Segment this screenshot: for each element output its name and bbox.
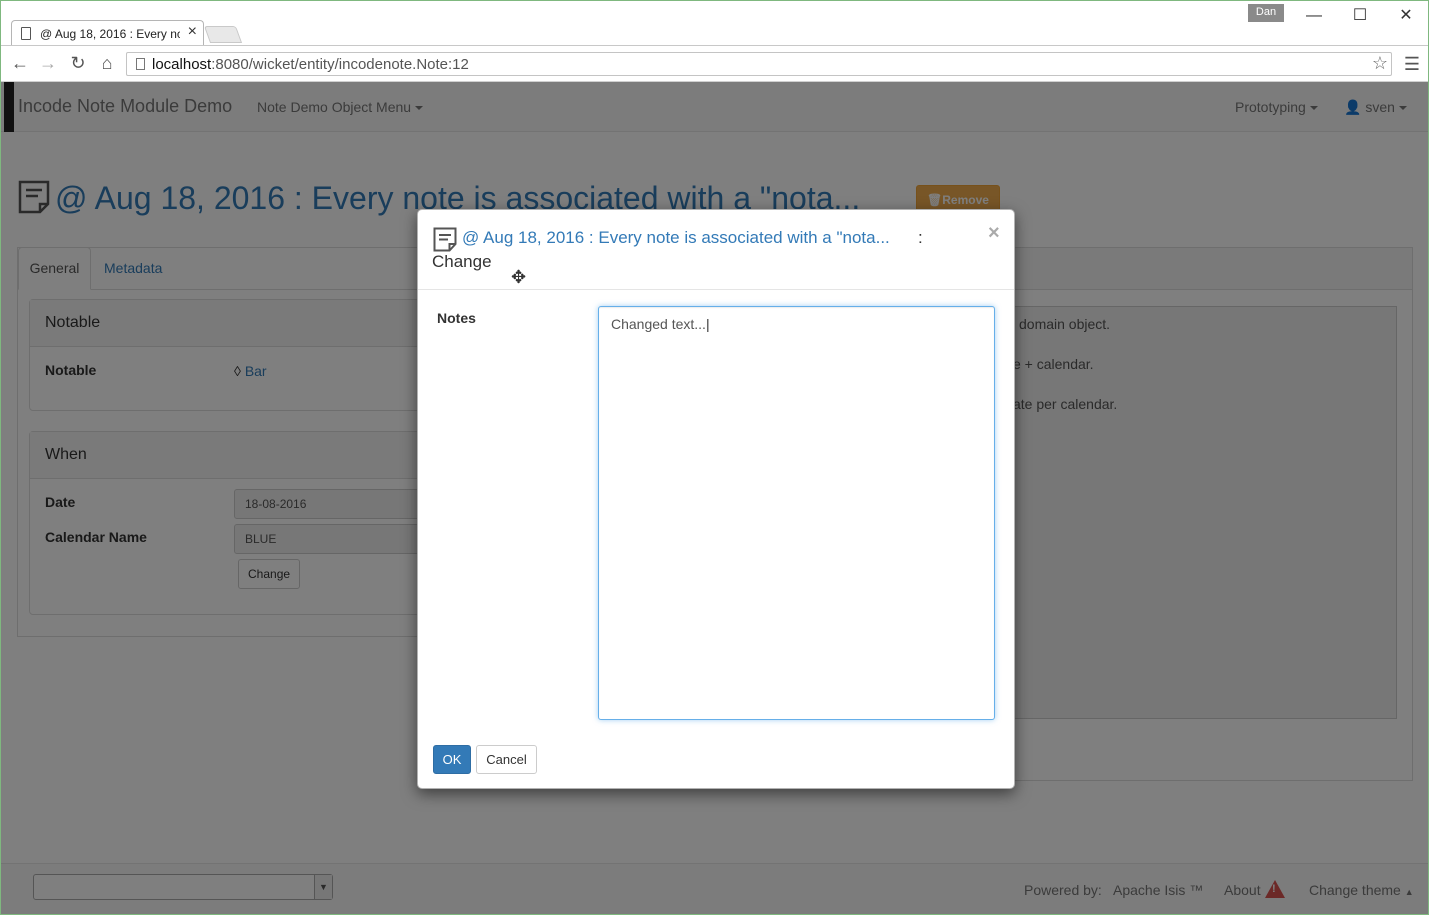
browser-window: @ Aug 18, 2016 : Every nc × Dan — ☐ ✕ ← …	[0, 0, 1429, 915]
tab-close-icon[interactable]: ×	[188, 23, 197, 41]
back-icon[interactable]: ←	[9, 52, 31, 74]
browser-toolbar: ← → ↻ ⌂ localhost:8080/wicket/entity/inc…	[1, 45, 1428, 82]
page-icon	[136, 58, 145, 70]
minimize-icon[interactable]: —	[1299, 5, 1329, 27]
ok-button[interactable]: OK	[433, 745, 471, 774]
modal-title-separator: :	[918, 228, 923, 247]
notes-label: Notes	[437, 310, 476, 326]
modal-title-action: Change	[432, 252, 492, 271]
modal-header: @ Aug 18, 2016 : Every note is associate…	[418, 210, 1014, 290]
browser-tab[interactable]: @ Aug 18, 2016 : Every nc ×	[11, 20, 204, 46]
forward-icon[interactable]: →	[37, 52, 59, 74]
modal-title-link[interactable]: @ Aug 18, 2016 : Every note is associate…	[462, 228, 890, 248]
notes-textarea[interactable]: Changed text...|	[598, 306, 995, 720]
page-icon	[21, 27, 31, 40]
home-icon[interactable]: ⌂	[96, 52, 118, 74]
change-notes-dialog: @ Aug 18, 2016 : Every note is associate…	[417, 209, 1015, 789]
tab-title: @ Aug 18, 2016 : Every nc	[40, 27, 180, 41]
url-text: localhost:8080/wicket/entity/incodenote.…	[152, 56, 469, 73]
maximize-icon[interactable]: ☐	[1345, 5, 1375, 27]
profile-badge[interactable]: Dan	[1248, 4, 1284, 22]
browser-titlebar: @ Aug 18, 2016 : Every nc × Dan — ☐ ✕	[1, 1, 1428, 46]
close-window-icon[interactable]: ✕	[1391, 5, 1421, 27]
bookmark-star-icon[interactable]: ☆	[1372, 53, 1388, 74]
browser-menu-icon[interactable]: ☰	[1404, 54, 1420, 75]
reload-icon[interactable]: ↻	[67, 52, 89, 74]
note-icon	[433, 227, 457, 252]
move-cursor-icon: ✥	[511, 267, 527, 287]
cancel-button[interactable]: Cancel	[476, 745, 537, 774]
close-icon[interactable]: ×	[988, 222, 1000, 245]
new-tab-button[interactable]	[203, 26, 243, 43]
address-bar[interactable]: localhost:8080/wicket/entity/incodenote.…	[126, 52, 1392, 76]
